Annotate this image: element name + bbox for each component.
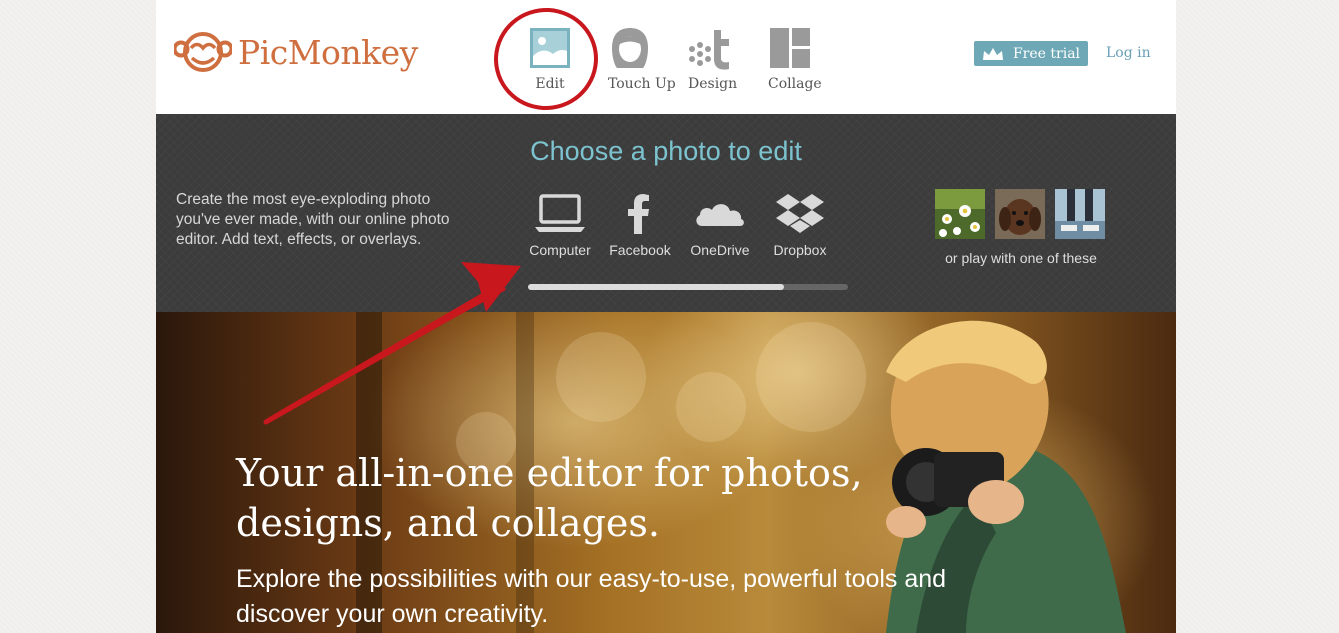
nav-design[interactable]: Design <box>688 26 738 92</box>
nav-touch-up[interactable]: Touch Up <box>608 26 676 92</box>
hero-banner: Your all-in-one editor for photos, desig… <box>156 312 1176 633</box>
progress-fill <box>528 284 784 290</box>
hero-title: Your all-in-one editor for photos, desig… <box>236 451 863 545</box>
upload-progress-bar <box>528 284 848 290</box>
sample-photo-sneakers[interactable] <box>1055 189 1105 239</box>
source-facebook-label: Facebook <box>609 242 671 258</box>
collage-icon <box>770 28 810 68</box>
sample-photo-dog[interactable] <box>995 189 1045 239</box>
choose-photo-panel: Choose a photo to edit Create the most e… <box>156 114 1176 312</box>
panel-title: Choose a photo to edit <box>530 136 802 166</box>
samples-label: or play with one of these <box>945 250 1097 266</box>
source-dropbox[interactable]: Dropbox <box>768 192 832 258</box>
facebook-icon <box>628 194 649 234</box>
panel-description: Create the most eye-exploding photo you'… <box>176 191 450 248</box>
site-header: PicMonkey Edit Touch Up Design Collage F… <box>156 0 1176 117</box>
picmonkey-logo[interactable]: PicMonkey <box>174 30 418 74</box>
source-dropbox-label: Dropbox <box>773 242 827 258</box>
brand-name: PicMonkey <box>238 32 418 72</box>
nav-touch-up-label: Touch Up <box>608 76 676 92</box>
bokeh-light <box>676 372 746 442</box>
source-facebook[interactable]: Facebook <box>608 192 672 258</box>
nav-collage[interactable]: Collage <box>768 26 822 92</box>
hero-subtitle: Explore the possibilities with our easy-… <box>236 565 947 628</box>
nav-design-label: Design <box>688 76 738 92</box>
bokeh-light <box>556 332 646 422</box>
monkey-face-icon <box>174 32 232 72</box>
dropbox-icon <box>776 194 824 233</box>
free-trial-button[interactable]: Free trial <box>974 41 1088 66</box>
onedrive-cloud-icon <box>696 204 744 226</box>
crown-icon <box>982 47 1003 60</box>
page-frame: PicMonkey Edit Touch Up Design Collage F… <box>156 0 1176 633</box>
login-link[interactable]: Log in <box>1106 45 1151 61</box>
laptop-icon <box>535 194 585 232</box>
source-onedrive[interactable]: OneDrive <box>688 192 752 258</box>
source-computer[interactable]: Computer <box>528 192 592 258</box>
nav-collage-label: Collage <box>768 76 822 92</box>
source-onedrive-label: OneDrive <box>690 242 750 258</box>
design-icon <box>689 30 729 70</box>
source-computer-label: Computer <box>529 242 591 258</box>
annotation-circle <box>487 1 605 117</box>
free-trial-label: Free trial <box>1012 45 1081 62</box>
touch-up-face-icon <box>612 28 648 68</box>
sample-photo-daisies[interactable] <box>935 189 985 239</box>
